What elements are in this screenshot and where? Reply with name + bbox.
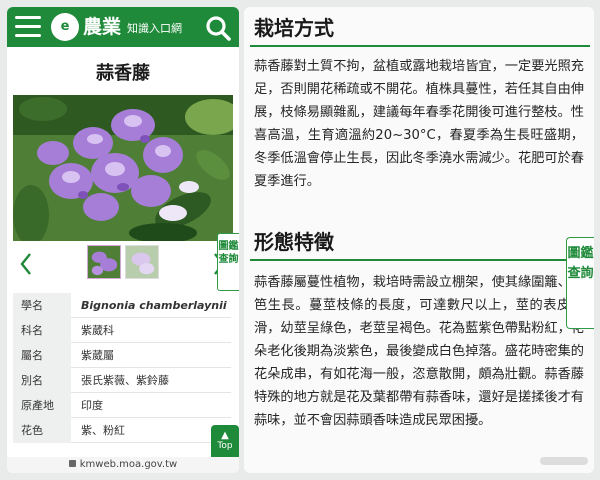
info-key: 學名 xyxy=(13,292,71,318)
article-pane: 栽培方式 蒜香藤對土質不拘，盆植或露地栽培皆宜，一定要光照充足，否則開花稀疏或不… xyxy=(244,7,594,473)
table-row: 科名 紫葳科 xyxy=(13,317,231,343)
logo-mark-icon[interactable]: e xyxy=(51,13,79,41)
back-to-top-button[interactable]: ▲ Top xyxy=(211,425,239,461)
info-value: Bignonia chamberlaynii xyxy=(81,298,227,312)
back-to-top-label: Top xyxy=(217,441,233,451)
info-key: 花色 xyxy=(13,417,71,443)
thumbnail-1[interactable] xyxy=(87,245,121,279)
plant-name-heading: 蒜香藤 xyxy=(96,63,150,84)
lock-icon xyxy=(68,459,76,467)
info-value: 印度 xyxy=(81,398,103,412)
info-value: 紫葳科 xyxy=(81,323,114,337)
table-row: 別名 張氏紫薇、紫鈴藤 xyxy=(13,367,231,393)
catalog-search-tab-small[interactable]: 圖鑑查詢 xyxy=(217,233,239,291)
info-value: 紫、粉紅 xyxy=(81,423,125,437)
info-key: 原產地 xyxy=(13,392,71,418)
logo-subtitle[interactable]: 知識入口網 xyxy=(127,22,182,36)
browser-url-bar[interactable]: kmweb.moa.gov.tw xyxy=(7,457,239,473)
section-text-morphology: 蒜香藤屬蔓性植物，栽培時需設立棚架，使其緣圍籬、籬笆生長。蔓莖枝條的長度，可達數… xyxy=(254,275,584,428)
info-key: 科名 xyxy=(13,317,71,343)
menu-icon[interactable] xyxy=(15,16,41,38)
table-row: 原產地 印度 xyxy=(13,392,231,418)
plant-photo[interactable] xyxy=(13,95,233,241)
top-navbar: e 農業 知識入口網 xyxy=(7,7,239,47)
scroll-handle[interactable] xyxy=(540,457,588,465)
plant-info-table: 學名 Bignonia chamberlaynii 科名 紫葳科 屬名 紫葳屬 … xyxy=(13,292,231,443)
plant-detail-pane: e 農業 知識入口網 蒜香藤 圖鑑查詢 學名 Bignonia chamberl… xyxy=(7,7,239,473)
table-row: 屬名 紫葳屬 xyxy=(13,342,231,368)
section-title-morphology: 形態特徵 xyxy=(250,227,590,261)
section-title-cultivation: 栽培方式 xyxy=(250,13,590,47)
info-value: 紫葳屬 xyxy=(81,348,114,362)
thumbnail-2[interactable] xyxy=(125,245,159,279)
section-text-cultivation: 蒜香藤對土質不拘，盆植或露地栽培皆宜，一定要光照充足，否則開花稀疏或不開花。植株… xyxy=(254,59,584,189)
info-key: 屬名 xyxy=(13,342,71,368)
catalog-search-tab[interactable]: 圖鑑查詢 xyxy=(566,237,594,329)
url-text: kmweb.moa.gov.tw xyxy=(79,459,178,470)
table-row: 花色 紫、粉紅 xyxy=(13,417,231,443)
info-value: 張氏紫薇、紫鈴藤 xyxy=(81,373,169,387)
triangle-up-icon: ▲ xyxy=(221,430,229,441)
search-icon[interactable] xyxy=(205,15,231,41)
logo-title[interactable]: 農業 xyxy=(83,15,121,39)
info-key: 別名 xyxy=(13,367,71,393)
table-row: 學名 Bignonia chamberlaynii xyxy=(13,292,231,318)
chevron-left-icon[interactable] xyxy=(19,251,33,277)
